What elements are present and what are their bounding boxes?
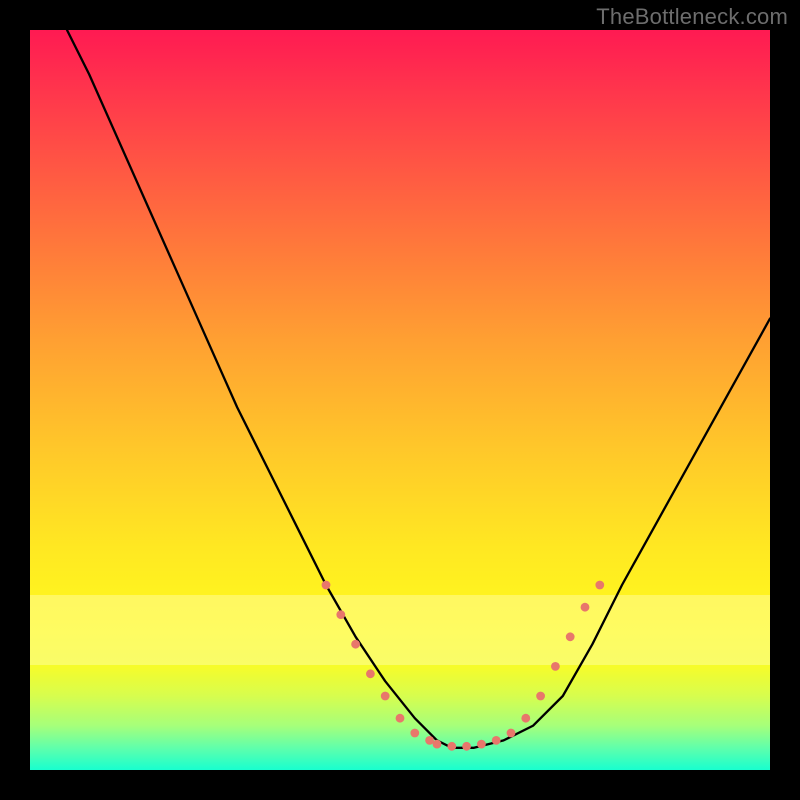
series-dot: [581, 603, 590, 612]
series-curve: [67, 30, 770, 748]
series-dot: [366, 669, 375, 678]
series-dot: [396, 714, 405, 723]
series-dot: [336, 610, 345, 619]
series-dot: [433, 740, 442, 749]
series-dot: [477, 740, 486, 749]
series-dot: [462, 742, 471, 751]
series-group: [67, 30, 770, 751]
chart-svg: [30, 30, 770, 770]
series-dot: [595, 581, 604, 590]
series-dot: [351, 640, 360, 649]
series-dot: [521, 714, 530, 723]
series-dot: [381, 692, 390, 701]
watermark-text: TheBottleneck.com: [596, 4, 788, 30]
series-dot: [507, 729, 516, 738]
series-dot: [492, 736, 501, 745]
series-dot: [566, 632, 575, 641]
series-dot: [551, 662, 560, 671]
series-dot: [447, 742, 456, 751]
chart-frame: [30, 30, 770, 770]
series-dot: [322, 581, 331, 590]
series-dot: [410, 729, 419, 738]
series-dot: [536, 692, 545, 701]
